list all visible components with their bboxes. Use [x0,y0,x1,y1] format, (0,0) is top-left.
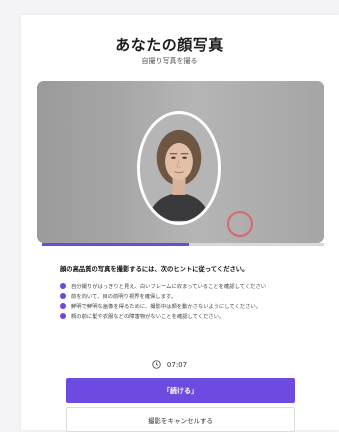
tip-text: 前を向いて、目の前明り視界を確保します。 [71,294,176,300]
page-subtitle: 自撮り写真を撮る [141,57,198,65]
info-bullet-icon [60,313,66,319]
tip-item: 前を向いて、目の前明り視界を確保します。 [60,291,330,301]
record-indicator-ring [227,211,253,237]
info-bullet-icon [60,293,66,299]
clock-icon [152,360,161,369]
capture-progress-track [42,243,324,246]
tip-item: 顔の前に髪や衣服などの障害物がないことを確認してください。 [60,311,330,321]
tip-item: 自分撮りがはっきりと見え、白いフレームに収まっていることを確認してください [60,281,330,291]
tips-heading: 顔の高品質の写真を撮影するには、次のヒントに従ってください。 [60,266,249,273]
cancel-capture-button[interactable]: 撮影をキャンセルする [66,407,295,432]
tip-text: 鮮明で鮮明な画像を得るために、撮影中は顔を動かさないようにしてください。 [71,304,262,310]
continue-button[interactable]: 「続ける」 [66,378,295,403]
face-photo [140,115,218,221]
timer-value: 07:07 [166,360,188,369]
tips-list: 自分撮りがはっきりと見え、白いフレームに収まっていることを確認してください 前を… [60,281,330,321]
tip-text: 顔の前に髪や衣服などの障害物がないことを確認してください。 [71,314,225,320]
capture-progress-fill [42,243,189,246]
tip-text: 自分撮りがはっきりと見え、白いフレームに収まっていることを確認してください [71,284,267,290]
face-frame-oval [137,111,221,225]
page-title: あなたの顔写真 [115,36,224,54]
tip-item: 鮮明で鮮明な画像を得るために、撮影中は顔を動かさないようにしてください。 [60,301,330,311]
info-bullet-icon [60,303,66,309]
camera-preview [37,81,324,243]
countdown-timer: 07:07 [0,360,339,369]
info-bullet-icon [60,283,66,289]
